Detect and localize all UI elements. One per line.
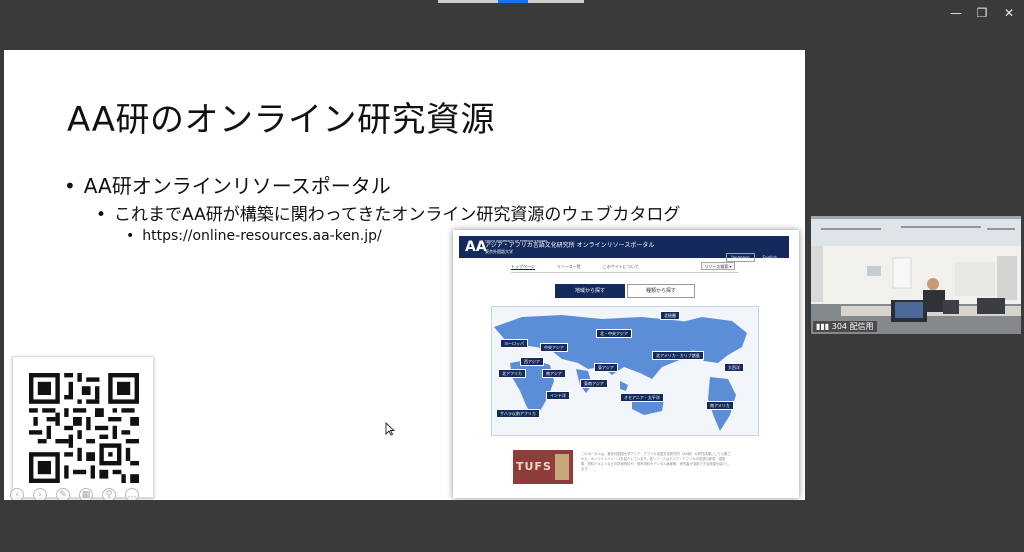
nav-divider — [511, 272, 739, 273]
region-tag[interactable]: 北アフリカ — [498, 369, 526, 378]
next-icon[interactable]: › — [33, 488, 47, 500]
view-tab-active[interactable] — [498, 0, 528, 3]
lang-japanese[interactable]: Japanese — [726, 253, 755, 262]
video-frame-graphic — [811, 216, 1021, 334]
restore-button[interactable]: ❐ — [972, 4, 992, 22]
site-nav: トップページ リソース一覧 このサイトについて — [511, 264, 661, 270]
region-tag[interactable]: 北・中央アジア — [596, 329, 632, 338]
region-tag[interactable]: 北極圏 — [660, 311, 680, 320]
site-logo: AA — [465, 239, 487, 255]
site-title-sub: 東京外国語大学 — [485, 249, 513, 254]
more-options-icon[interactable]: … — [125, 488, 139, 500]
nav-about[interactable]: このサイトについて — [603, 264, 639, 269]
region-tag[interactable]: ヨーロッパ — [500, 339, 528, 348]
participant-name-label: ▮▮▮ 304 配信用 — [813, 321, 877, 332]
view-tab[interactable] — [438, 0, 498, 3]
language-switch: Japanese English — [722, 244, 781, 263]
slide-title: AA研のオンライン研究資源 — [67, 100, 495, 140]
region-tag[interactable]: 大西洋 — [724, 363, 744, 372]
world-map: 北極圏 ヨーロッパ 北・中央アジア 中央アジア 西アジア 北アフリカ 南アジア … — [491, 306, 759, 436]
qr-code — [12, 356, 154, 498]
region-tag[interactable]: オセアニア・太平洋 — [620, 393, 664, 402]
footer-image-pillar — [555, 454, 569, 480]
bullet-text: これまでAA研が構築に関わってきたオンライン研究資源のウェブカタログ — [114, 205, 681, 225]
footer-image-text: TUFS — [516, 460, 552, 473]
region-tag[interactable]: 西アジア — [520, 357, 544, 366]
site-title: TOKYO UNIVERSITY OF FOREIGN STUDIES アジア・… — [485, 239, 654, 255]
region-tag[interactable]: 東アジア — [594, 363, 618, 372]
website-screenshot: AA TOKYO UNIVERSITY OF FOREIGN STUDIES ア… — [453, 230, 799, 498]
bullet-url: https://online-resources.aa-ken.jp/ — [142, 228, 382, 244]
signal-icon: ▮▮▮ — [816, 322, 832, 331]
region-tag[interactable]: 中央アジア — [540, 343, 568, 352]
bullet-level-3: • https://online-resources.aa-ken.jp/ — [126, 228, 382, 244]
resource-search-select[interactable]: リソース検索 ▾ — [701, 262, 735, 270]
close-button[interactable]: ✕ — [999, 4, 1019, 22]
bullet-level-1: • AA研オンラインリソースポータル — [64, 170, 391, 199]
participant-name: 304 配信用 — [831, 322, 874, 331]
bullet-level-2: • これまでAA研が構築に関わってきたオンライン研究資源のウェブカタログ — [96, 200, 680, 225]
region-tag[interactable]: 東南アジア — [580, 379, 608, 388]
view-tab[interactable] — [528, 0, 584, 3]
bullet-dot: • — [64, 174, 76, 198]
slides-grid-icon[interactable]: ▦ — [79, 488, 93, 500]
region-tag[interactable]: インド洋 — [546, 391, 570, 400]
qr-code-graphic — [29, 373, 139, 483]
lang-english[interactable]: English — [759, 254, 781, 261]
zoom-icon[interactable]: ⚲ — [102, 488, 116, 500]
window-titlebar: — ❐ ✕ — [0, 0, 1024, 28]
tab-search-by-region[interactable]: 地域から探す — [555, 284, 625, 298]
footer-image: TUFS — [513, 450, 573, 484]
slideshow-controls: ‹ › ✎ ▦ ⚲ … — [10, 482, 148, 500]
region-tag[interactable]: 南アジア — [542, 369, 566, 378]
bullet-dot: • — [126, 228, 135, 244]
nav-top-page[interactable]: トップページ — [511, 264, 535, 270]
tab-search-by-type[interactable]: 種類から探す — [627, 284, 695, 298]
site-header: AA TOKYO UNIVERSITY OF FOREIGN STUDIES ア… — [459, 236, 789, 262]
shared-slide: AA研のオンライン研究資源 • AA研オンラインリソースポータル • これまでAA研… — [4, 50, 805, 500]
bullet-text: AA研オンラインリソースポータル — [83, 174, 391, 198]
region-tag[interactable]: 南アメリカ — [706, 401, 734, 410]
nav-resource-list[interactable]: リソース一覧 — [557, 264, 581, 269]
bullet-dot: • — [96, 205, 107, 225]
pen-icon[interactable]: ✎ — [56, 488, 70, 500]
previous-icon[interactable]: ‹ — [10, 488, 24, 500]
footer-description: このポータルは、東京外国語大学アジア・アフリカ言語文化研究所（AA研）の研究成果… — [581, 452, 731, 471]
mouse-cursor-icon — [385, 422, 395, 436]
region-tag[interactable]: サハラ以南アフリカ — [496, 409, 540, 418]
minimize-button[interactable]: — — [946, 4, 966, 22]
region-tag[interactable]: 北アメリカ・カリブ諸島 — [652, 351, 704, 360]
participant-video[interactable]: ▮▮▮ 304 配信用 — [811, 216, 1021, 334]
